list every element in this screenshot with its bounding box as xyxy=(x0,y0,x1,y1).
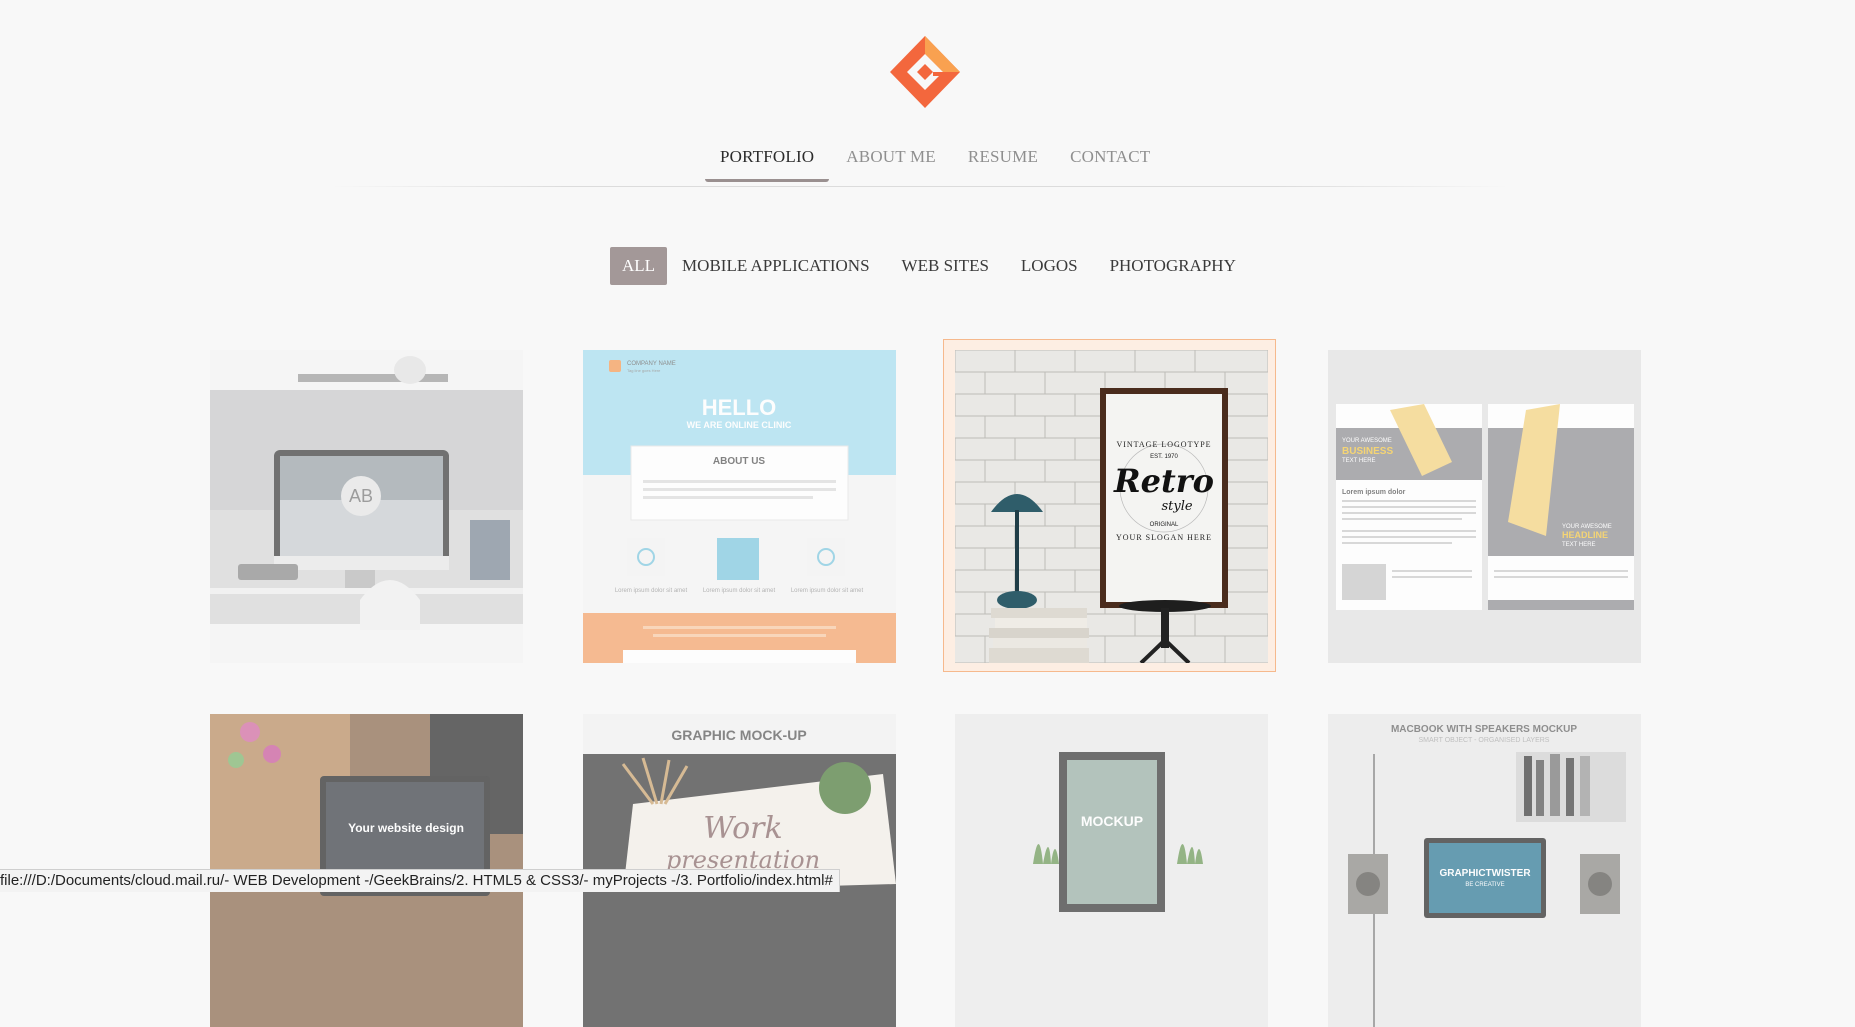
svg-text:Lorem ipsum dolor sit amet: Lorem ipsum dolor sit amet xyxy=(703,588,776,594)
portfolio-item-business-flyer[interactable]: YOUR AWESOME BUSINESS TEXT HERE Lorem ip… xyxy=(1328,350,1641,663)
svg-text:TEXT HERE: TEXT HERE xyxy=(1562,542,1596,548)
svg-text:Work: Work xyxy=(703,811,782,846)
svg-text:YOUR AWESOME: YOUR AWESOME xyxy=(1342,438,1392,444)
svg-text:MOCKUP: MOCKUP xyxy=(1081,813,1143,829)
portfolio-item-clinic-website[interactable]: COMPANY NAME Tag line goes Here HELLO WE… xyxy=(583,350,896,663)
main-navigation: PORTFOLIO ABOUT ME RESUME CONTACT xyxy=(0,140,1855,182)
svg-text:Your website design: Your website design xyxy=(348,821,464,835)
filter-mobile-applications[interactable]: MOBILE APPLICATIONS xyxy=(672,247,880,285)
svg-text:BUSINESS: BUSINESS xyxy=(1342,446,1393,457)
svg-text:MACBOOK WITH SPEAKERS MOCKUP: MACBOOK WITH SPEAKERS MOCKUP xyxy=(1391,724,1577,735)
nav-item-portfolio[interactable]: PORTFOLIO xyxy=(705,140,830,182)
ab-logo-text: AB xyxy=(349,486,373,506)
nav-divider xyxy=(330,186,1510,187)
svg-text:ORIGINAL: ORIGINAL xyxy=(1150,522,1179,528)
svg-text:VINTAGE LOGOTYPE: VINTAGE LOGOTYPE xyxy=(1116,440,1211,449)
svg-text:TEXT HERE: TEXT HERE xyxy=(1342,458,1376,464)
nav-item-about-me[interactable]: ABOUT ME xyxy=(831,140,951,182)
portfolio-item-retro-poster[interactable]: VINTAGE LOGOTYPE EST. 1970 Retro style O… xyxy=(955,350,1268,663)
filter-all[interactable]: ALL xyxy=(610,247,668,285)
portfolio-item-frame-mockup[interactable]: MOCKUP xyxy=(955,714,1268,1027)
filter-logos[interactable]: LOGOS xyxy=(1011,247,1088,285)
svg-text:Lorem ipsum dolor sit amet: Lorem ipsum dolor sit amet xyxy=(615,588,688,594)
svg-text:HEADLINE: HEADLINE xyxy=(1562,530,1608,540)
svg-text:ABOUT US: ABOUT US xyxy=(713,456,766,467)
svg-text:style: style xyxy=(1161,499,1192,514)
svg-text:SMART OBJECT - ORGANISED LAYER: SMART OBJECT - ORGANISED LAYERS xyxy=(1419,737,1550,744)
nav-item-resume[interactable]: RESUME xyxy=(953,140,1053,182)
svg-text:YOUR SLOGAN HERE: YOUR SLOGAN HERE xyxy=(1116,533,1212,542)
svg-text:Tag line goes Here: Tag line goes Here xyxy=(627,368,661,373)
filter-web-sites[interactable]: WEB SITES xyxy=(892,247,999,285)
brand-logo-icon[interactable] xyxy=(888,34,962,110)
svg-text:Lorem ipsum dolor sit amet: Lorem ipsum dolor sit amet xyxy=(791,588,864,594)
svg-text:BE CREATIVE: BE CREATIVE xyxy=(1465,882,1504,888)
svg-text:HELLO: HELLO xyxy=(702,395,777,420)
svg-text:GRAPHICTWISTER: GRAPHICTWISTER xyxy=(1439,868,1531,879)
status-url: file:///D:/Documents/cloud.mail.ru/- WEB… xyxy=(0,872,833,889)
portfolio-filter: ALL MOBILE APPLICATIONS WEB SITES LOGOS … xyxy=(610,247,1258,285)
svg-text:WE ARE ONLINE CLINIC: WE ARE ONLINE CLINIC xyxy=(687,420,792,430)
svg-text:Retro: Retro xyxy=(1113,462,1214,500)
svg-text:COMPANY NAME: COMPANY NAME xyxy=(627,361,676,367)
svg-text:EST. 1970: EST. 1970 xyxy=(1150,454,1178,460)
svg-text:GRAPHIC MOCK-UP: GRAPHIC MOCK-UP xyxy=(671,727,806,743)
filter-photography[interactable]: PHOTOGRAPHY xyxy=(1100,247,1246,285)
browser-status-bar: file:///D:/Documents/cloud.mail.ru/- WEB… xyxy=(0,869,840,892)
portfolio-item-macbook-speakers[interactable]: MACBOOK WITH SPEAKERS MOCKUP SMART OBJEC… xyxy=(1328,714,1641,1027)
portfolio-item-desk-imac[interactable]: AB xyxy=(210,350,523,663)
nav-item-contact[interactable]: CONTACT xyxy=(1055,140,1165,182)
svg-text:Lorem ipsum dolor: Lorem ipsum dolor xyxy=(1342,489,1406,496)
